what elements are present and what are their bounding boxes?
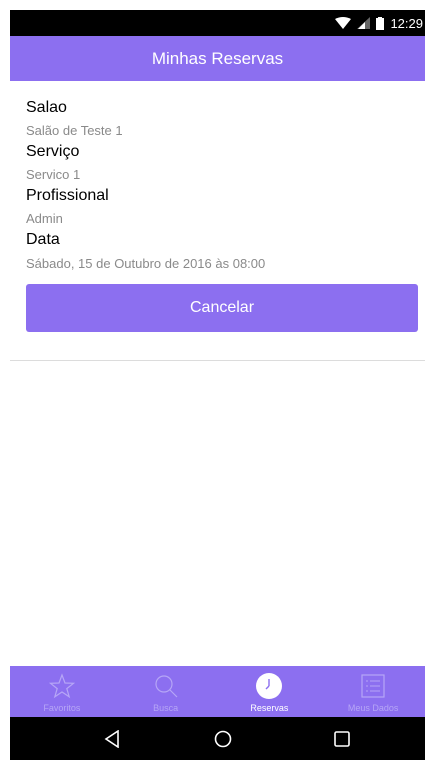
tab-bar: Favoritos Busca Reservas Meus Dados	[10, 666, 425, 717]
service-value: Servico 1	[26, 167, 81, 182]
signal-icon	[357, 17, 371, 29]
home-icon[interactable]	[193, 717, 253, 760]
tab-busca[interactable]: Busca	[114, 666, 218, 717]
date-label: Data	[26, 231, 60, 248]
clock-icon	[255, 672, 283, 700]
tab-label: Busca	[153, 703, 179, 713]
salon-label: Salao	[26, 99, 67, 116]
reservation-card: Salao Salão de Teste 1 Serviço Servico 1…	[10, 81, 425, 361]
page-title: Minhas Reservas	[151, 48, 284, 68]
star-icon	[48, 672, 75, 700]
battery-icon	[376, 16, 385, 30]
tab-label: Favoritos	[43, 703, 81, 713]
list-icon	[360, 672, 386, 700]
status-time: 12:29	[390, 15, 423, 31]
cancel-button[interactable]: Cancelar	[26, 284, 418, 332]
wifi-icon	[335, 17, 352, 29]
app-bar: Minhas Reservas	[10, 36, 425, 81]
professional-label: Profissional	[26, 187, 109, 204]
status-icons: 12:29	[335, 10, 425, 36]
tab-label: Meus Dados	[347, 703, 399, 713]
date-value: Sábado, 15 de Outubro de 2016 às 08:00	[26, 256, 266, 271]
tab-meus-dados[interactable]: Meus Dados	[321, 666, 425, 717]
tab-label: Reservas	[250, 703, 289, 713]
service-label: Serviço	[26, 143, 80, 160]
salon-value: Salão de Teste 1	[26, 123, 123, 138]
tab-reservas[interactable]: Reservas	[218, 666, 322, 717]
system-nav-bar	[10, 717, 425, 760]
recents-icon[interactable]	[312, 717, 372, 760]
status-bar: 12:29	[10, 10, 425, 36]
back-icon[interactable]	[82, 717, 142, 760]
search-icon	[153, 672, 179, 700]
professional-value: Admin	[26, 211, 63, 226]
tab-favoritos[interactable]: Favoritos	[10, 666, 114, 717]
